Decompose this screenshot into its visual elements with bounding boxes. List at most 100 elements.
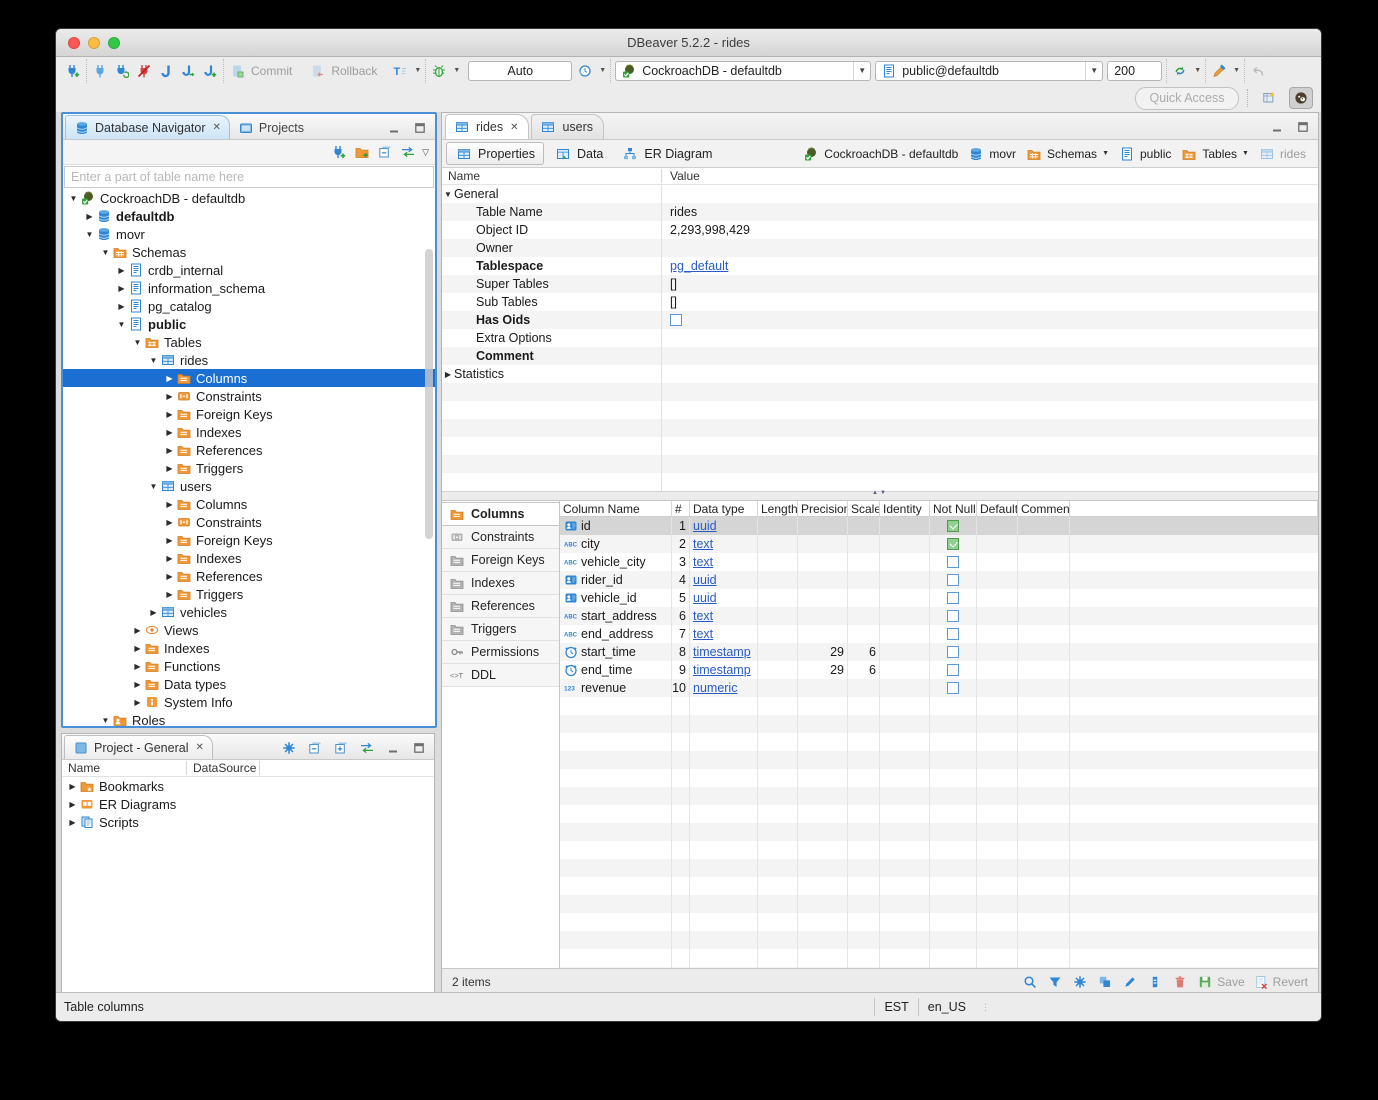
breadcrumb-item-schemas[interactable]: Schemas▼ [1025, 145, 1109, 163]
timezone-indicator[interactable]: EST [874, 998, 917, 1016]
tree-item-public[interactable]: ▼public [63, 315, 435, 333]
column-header-data-type[interactable]: Data type [690, 501, 758, 516]
tree-item-references[interactable]: ▶References [63, 567, 435, 585]
column-header-comment[interactable]: Comment [1018, 501, 1070, 516]
column-header-scale[interactable]: Scale [848, 501, 880, 516]
connection-caret-icon[interactable]: ▼ [853, 62, 866, 80]
refresh-icon[interactable] [1171, 62, 1189, 80]
detail-tab-indexes[interactable]: Indexes [442, 572, 559, 595]
refresh-caret-icon[interactable]: ▼ [1194, 67, 1201, 74]
property-row-tablespace[interactable]: Tablespacepg_default [442, 257, 1318, 275]
txn-history-caret-icon[interactable]: ▼ [599, 67, 606, 74]
not-null-checkbox[interactable] [947, 610, 959, 622]
expander-icon[interactable]: ▼ [67, 194, 80, 203]
column-header-length[interactable]: Length [758, 501, 798, 516]
column-row-end-address[interactable]: ABCend_address7text [560, 625, 1318, 643]
debug-caret-icon[interactable]: ▼ [453, 67, 460, 74]
not-null-checkbox[interactable] [947, 664, 959, 676]
scrollbar-thumb[interactable] [425, 249, 433, 539]
search-icon[interactable] [1021, 973, 1039, 991]
breadcrumb-item-public[interactable]: public [1118, 145, 1171, 163]
expander-icon[interactable]: ▶ [131, 662, 144, 671]
expander-icon[interactable]: ▶ [163, 392, 176, 401]
new-connection-icon[interactable] [330, 143, 348, 161]
tree-item-users[interactable]: ▼users [63, 477, 435, 495]
expander-icon[interactable]: ▶ [66, 782, 79, 791]
new-sql-editor-icon[interactable] [201, 62, 219, 80]
tree-item-schemas[interactable]: ▼Schemas [63, 243, 435, 261]
tree-item-columns[interactable]: ▶Columns [63, 495, 435, 513]
save-button[interactable]: Save [1196, 973, 1244, 991]
close-window-button[interactable] [68, 37, 80, 49]
schema-combo[interactable]: public@defaultdb ▼ [875, 61, 1103, 81]
tab-projects[interactable]: Projects [230, 116, 312, 139]
commit-label[interactable]: Commit [251, 64, 292, 78]
expander-icon[interactable]: ▶ [115, 266, 128, 275]
column-row-rider-id[interactable]: rider_id4uuid [560, 571, 1318, 589]
open-sql-console-icon[interactable] [179, 62, 197, 80]
caret-down-icon[interactable]: ▼ [1242, 150, 1249, 157]
column-row-vehicle-city[interactable]: ABCvehicle_city3text [560, 553, 1318, 571]
tree-item-triggers[interactable]: ▶Triggers [63, 585, 435, 603]
property-row-sub-tables[interactable]: Sub Tables[] [442, 293, 1318, 311]
column-row-start-address[interactable]: ABCstart_address6text [560, 607, 1318, 625]
breadcrumb-item-tables[interactable]: Tables▼ [1180, 145, 1249, 163]
column-row-id[interactable]: id1uuid [560, 517, 1318, 535]
breadcrumb-item-cockroachdb-defaultdb[interactable]: CockroachDB - defaultdb [802, 145, 958, 163]
column-row-end-time[interactable]: end_time9timestamp296 [560, 661, 1318, 679]
project-item-bookmarks[interactable]: ▶Bookmarks [62, 777, 434, 795]
txn-history-icon[interactable] [576, 62, 594, 80]
expander-icon[interactable]: ▼ [99, 716, 112, 725]
not-null-checkbox[interactable] [947, 682, 959, 694]
tree-item-indexes[interactable]: ▶Indexes [63, 639, 435, 657]
expander-icon[interactable]: ▶ [163, 446, 176, 455]
edit-icon[interactable] [1121, 973, 1139, 991]
tree-item-constraints[interactable]: ▶Constraints [63, 387, 435, 405]
rollback-label[interactable]: Rollback [331, 64, 377, 78]
connection-combo[interactable]: CockroachDB - defaultdb ▼ [615, 61, 871, 81]
property-row-owner[interactable]: Owner [442, 239, 1318, 257]
tree-item-references[interactable]: ▶References [63, 441, 435, 459]
column-header--[interactable]: # [672, 501, 690, 516]
tree-item-system-info[interactable]: ▶System Info [63, 693, 435, 711]
data-type-link[interactable]: text [693, 627, 713, 641]
disconnect-icon[interactable] [135, 62, 153, 80]
not-null-checkbox[interactable] [947, 556, 959, 568]
format-icon[interactable] [1210, 62, 1228, 80]
new-connection-icon[interactable] [64, 62, 82, 80]
tree-item-defaultdb[interactable]: ▶defaultdb [63, 207, 435, 225]
minimize-editor-icon[interactable] [1268, 118, 1286, 136]
expander-icon[interactable]: ▼ [99, 248, 112, 257]
transaction-log-icon[interactable]: T [391, 62, 409, 80]
property-row-object-id[interactable]: Object ID2,293,998,429 [442, 221, 1318, 239]
expander-icon[interactable]: ▼ [147, 356, 160, 365]
column-header-not-null[interactable]: Not Null [930, 501, 977, 516]
columns-view-icon[interactable] [1146, 973, 1164, 991]
expander-icon[interactable]: ▶ [147, 608, 160, 617]
expander-icon[interactable]: ▶ [131, 644, 144, 653]
view-menu-icon[interactable]: ▽ [422, 147, 429, 158]
column-header-datasource[interactable]: DataSource [187, 761, 260, 775]
column-header-identity[interactable]: Identity [880, 501, 930, 516]
expander-icon[interactable]: ▶ [442, 370, 454, 379]
detail-tab-columns[interactable]: Columns [442, 502, 559, 526]
property-row-general[interactable]: ▼General [442, 185, 1318, 203]
has-oids-checkbox[interactable] [670, 314, 682, 326]
collapse-all-icon[interactable] [306, 739, 324, 757]
gear-icon[interactable] [280, 739, 298, 757]
not-null-checkbox[interactable] [947, 592, 959, 604]
commit-icon[interactable] [228, 62, 246, 80]
subtab-properties[interactable]: Properties [446, 142, 544, 165]
format-caret-icon[interactable]: ▼ [1233, 67, 1240, 74]
txn-mode-combo[interactable]: Auto [468, 61, 572, 81]
tree-item-columns[interactable]: ▶Columns [63, 369, 435, 387]
maximize-editor-icon[interactable] [1294, 118, 1312, 136]
column-header-name[interactable]: Name [442, 169, 662, 183]
transaction-caret-icon[interactable]: ▼ [414, 67, 421, 74]
open-perspective-button[interactable] [1257, 87, 1281, 109]
column-header-default[interactable]: Default [977, 501, 1018, 516]
subtab-data[interactable]: Data [546, 143, 611, 164]
detail-tab-constraints[interactable]: Constraints [442, 526, 559, 549]
column-row-revenue[interactable]: 123revenue10numeric [560, 679, 1318, 697]
property-row-comment[interactable]: Comment [442, 347, 1318, 365]
